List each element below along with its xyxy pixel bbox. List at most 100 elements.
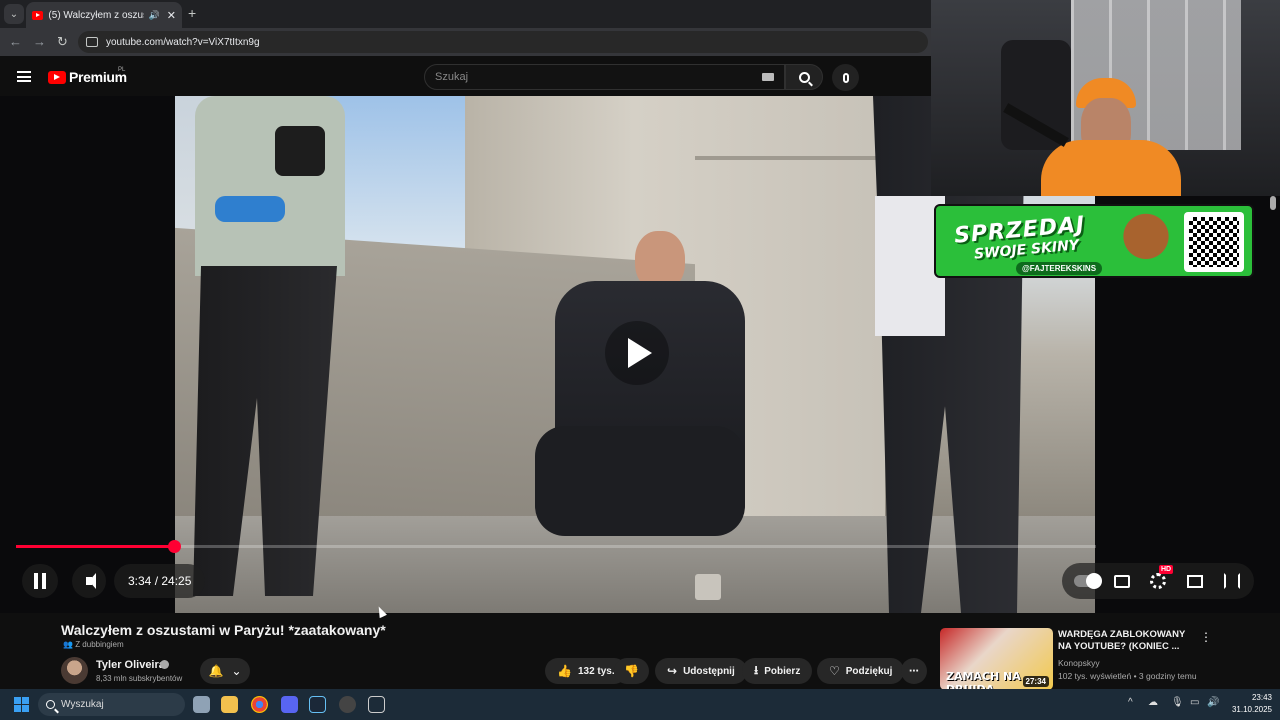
like-count: 132 tys. xyxy=(577,665,615,677)
file-explorer-icon[interactable] xyxy=(221,696,238,713)
new-tab-button[interactable]: + xyxy=(188,5,196,21)
app-icon[interactable] xyxy=(368,696,385,713)
task-view-icon[interactable] xyxy=(193,696,210,713)
clock-date: 31.10.2025 xyxy=(1231,705,1272,714)
sponsor-banner: SPRZEDAJ SWOJE SKINY @FAJTEREKSKINS xyxy=(934,204,1254,278)
taskbar-search-placeholder: Wyszukaj xyxy=(61,699,104,710)
url-text[interactable]: youtube.com/watch?v=ViX7tItxn9g xyxy=(106,37,260,48)
search-icon xyxy=(798,71,810,83)
chrome-icon[interactable] xyxy=(251,696,268,713)
hamburger-menu-icon[interactable] xyxy=(17,71,31,82)
pause-bar-icon xyxy=(42,573,46,589)
video-person-left-bag xyxy=(215,196,285,222)
miniplayer-icon[interactable] xyxy=(1187,575,1203,588)
notification-bell-button[interactable]: 🔔 ⌄ xyxy=(200,658,250,684)
progress-scrubber[interactable] xyxy=(167,540,181,553)
dubbing-label: Z dubbingiem xyxy=(75,640,124,649)
qr-code xyxy=(1184,212,1244,272)
address-bar[interactable]: youtube.com/watch?v=ViX7tItxn9g xyxy=(78,31,928,53)
bell-icon: 🔔 xyxy=(208,664,224,678)
share-button[interactable]: ↪ Udostępnij xyxy=(655,658,747,684)
thumbs-down-icon: 👎 xyxy=(624,664,639,678)
youtube-logo-icon xyxy=(48,70,66,84)
recommended-meta: 102 tys. wyświetleń • 3 godziny temu xyxy=(1058,671,1197,681)
back-arrow-icon[interactable]: ← xyxy=(9,34,22,49)
verified-icon xyxy=(160,660,169,669)
thanks-button[interactable]: ♡ Podziękuj xyxy=(817,658,905,684)
cloud-icon[interactable]: ☁ xyxy=(1148,697,1158,708)
clock-time: 23:43 xyxy=(1251,693,1272,702)
thanks-label: Podziękuj xyxy=(845,665,893,677)
speaker-icon[interactable]: 🔊 xyxy=(149,10,160,21)
obs-icon[interactable] xyxy=(339,696,356,713)
tab-search-button[interactable]: ⌄ xyxy=(4,4,24,24)
more-actions-button[interactable]: ⋯ xyxy=(901,658,927,684)
recommended-title[interactable]: WARDĘGA ZABLOKOWANY NA YOUTUBE? (KONIEC … xyxy=(1058,629,1198,653)
dubbing-badge: 👥 Z dubbingiem xyxy=(63,640,124,649)
steam-icon[interactable] xyxy=(309,696,326,713)
download-button[interactable]: ⭳ Pobierz xyxy=(742,658,813,684)
keyboard-icon[interactable] xyxy=(762,73,774,81)
subtitles-icon[interactable] xyxy=(1114,575,1130,588)
microphone-icon xyxy=(842,72,849,83)
reload-icon[interactable]: ↻ xyxy=(57,34,68,50)
more-vert-icon[interactable]: ⋮ xyxy=(1200,630,1212,644)
windows-taskbar: Wyszukaj ^ ☁ 🎙 ▭ 🔊 23:43 31.10.2025 xyxy=(0,689,1280,720)
video-title: Walczyłem z oszustami w Paryżu! *zaatako… xyxy=(61,622,386,638)
hd-badge: HD xyxy=(1159,565,1174,574)
progress-bar[interactable] xyxy=(16,540,1096,553)
sponsor-dog-mascot xyxy=(1116,210,1176,276)
channel-avatar[interactable] xyxy=(61,657,88,684)
page-scrollbar[interactable] xyxy=(1270,196,1276,210)
video-cup xyxy=(695,574,721,600)
speaker-icon xyxy=(86,573,96,589)
recommended-thumbnail[interactable]: ZAMACH NA DRUIDA 27:34 xyxy=(940,628,1053,690)
taskbar-clock[interactable]: 23:43 31.10.2025 xyxy=(1222,692,1272,716)
webcam-shirt xyxy=(1041,140,1181,196)
pause-bar-icon xyxy=(34,573,38,589)
play-icon[interactable] xyxy=(605,321,669,385)
close-tab-icon[interactable]: ✕ xyxy=(167,9,176,22)
youtube-header: Premium PL Szukaj xyxy=(0,56,931,96)
forward-arrow-icon[interactable]: → xyxy=(33,34,46,49)
video-monument-ledge xyxy=(695,156,895,160)
country-code: PL xyxy=(118,67,126,73)
time-text: 3:34 / 24:25 xyxy=(128,574,192,588)
fullscreen-icon[interactable] xyxy=(1224,573,1240,589)
thanks-heart-icon: ♡ xyxy=(829,664,840,678)
microphone-icon[interactable]: 🎙 xyxy=(1171,697,1184,708)
pause-button[interactable] xyxy=(22,564,58,598)
voice-search-button[interactable] xyxy=(832,64,859,91)
autoplay-toggle[interactable] xyxy=(1074,573,1102,589)
dislike-button[interactable]: 👎 xyxy=(614,658,649,684)
search-button[interactable] xyxy=(785,64,823,90)
video-duration: 27:34 xyxy=(1022,676,1049,687)
windows-start-icon[interactable] xyxy=(14,697,29,712)
sponsor-handle: @FAJTEREKSKINS xyxy=(1016,262,1103,275)
youtube-premium-logo[interactable]: Premium xyxy=(48,69,127,85)
time-display: 3:34 / 24:25 xyxy=(114,564,206,598)
youtube-favicon-icon xyxy=(32,10,44,20)
taskbar-search[interactable]: Wyszukaj xyxy=(38,693,185,716)
browser-tab[interactable]: (5) Walczyłem z oszustami w Paryżu! 🔊 ✕ xyxy=(26,2,182,28)
recommended-channel[interactable]: Konopskyy xyxy=(1058,658,1100,668)
browser-toolbar: ← → ↻ youtube.com/watch?v=ViX7tItxn9g xyxy=(0,28,931,56)
volume-icon[interactable]: 🔊 xyxy=(1207,697,1219,708)
chevron-down-icon: ⌄ xyxy=(231,664,242,678)
progress-fill xyxy=(16,545,174,548)
subscriber-count: 8,33 mln subskrybentów xyxy=(96,674,183,683)
settings-gear-icon[interactable] xyxy=(1150,573,1166,589)
share-label: Udostępnij xyxy=(683,665,735,677)
streamer-webcam-overlay xyxy=(931,0,1280,196)
network-icon[interactable]: ▭ xyxy=(1190,697,1199,708)
player-right-controls: HD xyxy=(1062,563,1254,599)
more-icon: ⋯ xyxy=(909,665,919,677)
volume-button[interactable] xyxy=(72,564,106,598)
discord-icon[interactable] xyxy=(281,696,298,713)
channel-name[interactable]: Tyler Oliveira xyxy=(96,659,165,671)
tray-chevron-icon[interactable]: ^ xyxy=(1128,697,1133,708)
search-input[interactable]: Szukaj xyxy=(424,64,785,90)
video-person-left-shirt xyxy=(195,96,345,276)
site-info-icon[interactable] xyxy=(86,37,98,47)
download-icon: ⭳ xyxy=(754,662,759,677)
